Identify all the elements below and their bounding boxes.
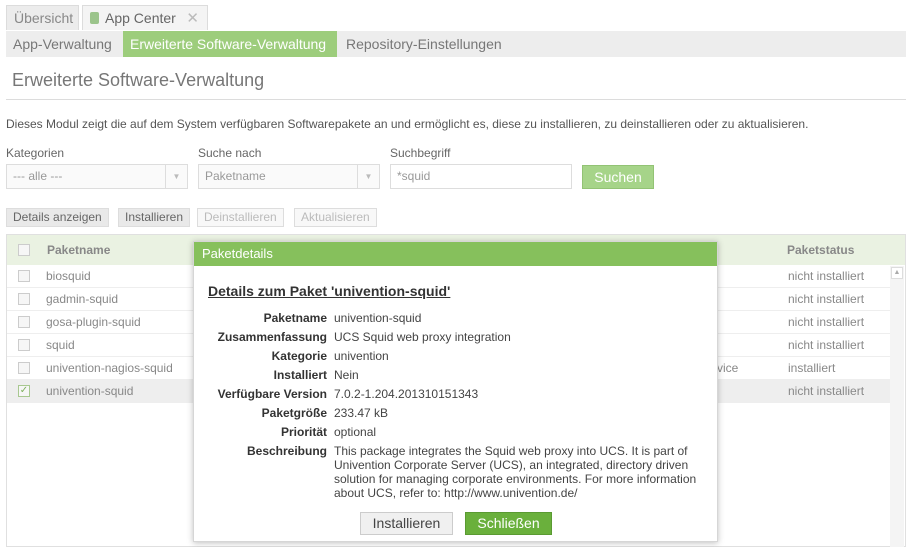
divider [6, 99, 906, 100]
row-checkbox[interactable] [18, 316, 30, 328]
install-button[interactable]: Installieren [360, 512, 453, 535]
subtab-repository-einstellungen[interactable]: Repository-Einstellungen [339, 31, 511, 57]
search-by-label: Suche nach [198, 146, 262, 160]
row-checkbox-checked[interactable]: ✓ [18, 385, 30, 397]
tab-overview[interactable]: Übersicht [6, 5, 79, 30]
category-select-value: --- alle --- [13, 169, 63, 183]
package-status: installiert [788, 361, 836, 375]
field-value: UCS Squid web proxy integration [334, 330, 511, 344]
search-button[interactable]: Suchen [582, 165, 654, 189]
tab-overview-label: Übersicht [14, 10, 74, 26]
scroll-up-icon[interactable]: ▲ [891, 267, 903, 279]
page-title: Erweiterte Software-Verwaltung [12, 70, 265, 90]
package-status: nicht installiert [788, 292, 865, 306]
field-label: Verfügbare Version [217, 387, 327, 401]
header-package-name[interactable]: Paketname [47, 243, 110, 257]
package-summary: vice [717, 361, 739, 375]
top-tab-bar: Übersicht App Center ✕ [0, 0, 913, 31]
field-value: 233.47 kB [334, 406, 389, 420]
row-checkbox[interactable] [18, 339, 30, 351]
update-button[interactable]: Aktualisieren [294, 208, 377, 227]
package-details-dialog: Paketdetails Details zum Paket 'univenti… [193, 241, 718, 542]
package-name: univention-squid [46, 384, 134, 398]
shopping-bag-icon [90, 12, 99, 24]
chevron-down-icon[interactable]: ▼ [165, 165, 187, 188]
package-status: nicht installiert [788, 315, 865, 329]
row-checkbox[interactable] [18, 362, 30, 374]
select-all-checkbox[interactable] [18, 244, 30, 256]
category-select[interactable]: --- alle --- ▼ [6, 164, 188, 189]
field-label: Paketname [263, 311, 327, 325]
dialog-heading: Details zum Paket 'univention-squid' [208, 283, 451, 299]
field-value: Nein [334, 368, 359, 382]
subtab-erweiterte-software-verwaltung[interactable]: Erweiterte Software-Verwaltung [123, 31, 337, 57]
category-label: Kategorien [6, 146, 65, 160]
dialog-title: Paketdetails [194, 242, 717, 266]
subtab-app-verwaltung[interactable]: App-Verwaltung [6, 31, 123, 57]
chevron-down-icon[interactable]: ▼ [357, 165, 379, 188]
field-label: Zusammenfassung [217, 330, 327, 344]
package-status: nicht installiert [788, 338, 865, 352]
package-name: univention-nagios-squid [46, 361, 173, 375]
field-value: univention [334, 349, 389, 363]
package-name: biosquid [46, 269, 91, 283]
tab-app-center[interactable]: App Center ✕ [82, 5, 208, 30]
close-icon[interactable]: ✕ [186, 6, 199, 31]
close-button[interactable]: Schließen [465, 512, 552, 535]
package-name: gadmin-squid [46, 292, 119, 306]
tab-app-center-label: App Center [105, 10, 176, 26]
package-status: nicht installiert [788, 384, 865, 398]
search-by-select-value: Paketname [205, 169, 266, 183]
package-status: nicht installiert [788, 269, 865, 283]
search-by-select[interactable]: Paketname ▼ [198, 164, 380, 189]
package-name: gosa-plugin-squid [46, 315, 141, 329]
grid-scrollbar[interactable]: ▲ [890, 266, 904, 547]
field-label: Kategorie [271, 349, 327, 363]
field-value-description: This package integrates the Squid web pr… [334, 444, 697, 500]
field-value: univention-squid [334, 311, 422, 325]
install-button[interactable]: Installieren [118, 208, 191, 227]
sub-tab-bar: App-Verwaltung Erweiterte Software-Verwa… [6, 31, 906, 57]
field-label: Priorität [280, 425, 327, 439]
field-label: Beschreibung [246, 444, 327, 458]
header-package-status[interactable]: Paketstatus [787, 243, 854, 257]
search-term-input[interactable]: *squid [390, 164, 572, 189]
row-checkbox[interactable] [18, 293, 30, 305]
details-button[interactable]: Details anzeigen [6, 208, 109, 227]
search-term-label: Suchbegriff [390, 146, 451, 160]
module-description: Dieses Modul zeigt die auf dem System ve… [6, 117, 809, 131]
row-checkbox[interactable] [18, 270, 30, 282]
field-value: optional [334, 425, 377, 439]
uninstall-button[interactable]: Deinstallieren [197, 208, 284, 227]
field-value: 7.0.2-1.204.201310151343 [334, 387, 479, 401]
field-label: Installiert [273, 368, 327, 382]
field-label: Paketgröße [261, 406, 327, 420]
package-name: squid [46, 338, 75, 352]
